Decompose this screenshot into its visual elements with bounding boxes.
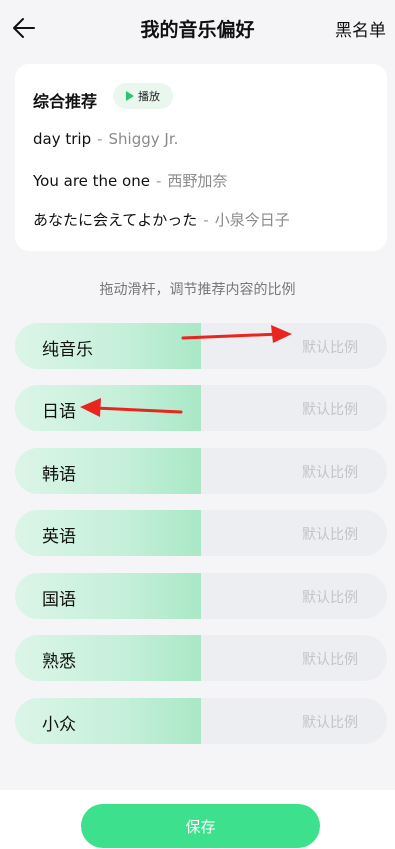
annotation-arrow-right: [181, 325, 292, 343]
music-preference-page: 我的音乐偏好 黑名单 综合推荐 播放 day trip - Shiggy Jr. Y…: [0, 0, 395, 849]
bottom-bar: 保存: [0, 790, 395, 849]
save-button[interactable]: 保存: [81, 804, 320, 848]
annotation-arrows: [80, 325, 292, 417]
annotation-arrow-left: [80, 398, 183, 417]
